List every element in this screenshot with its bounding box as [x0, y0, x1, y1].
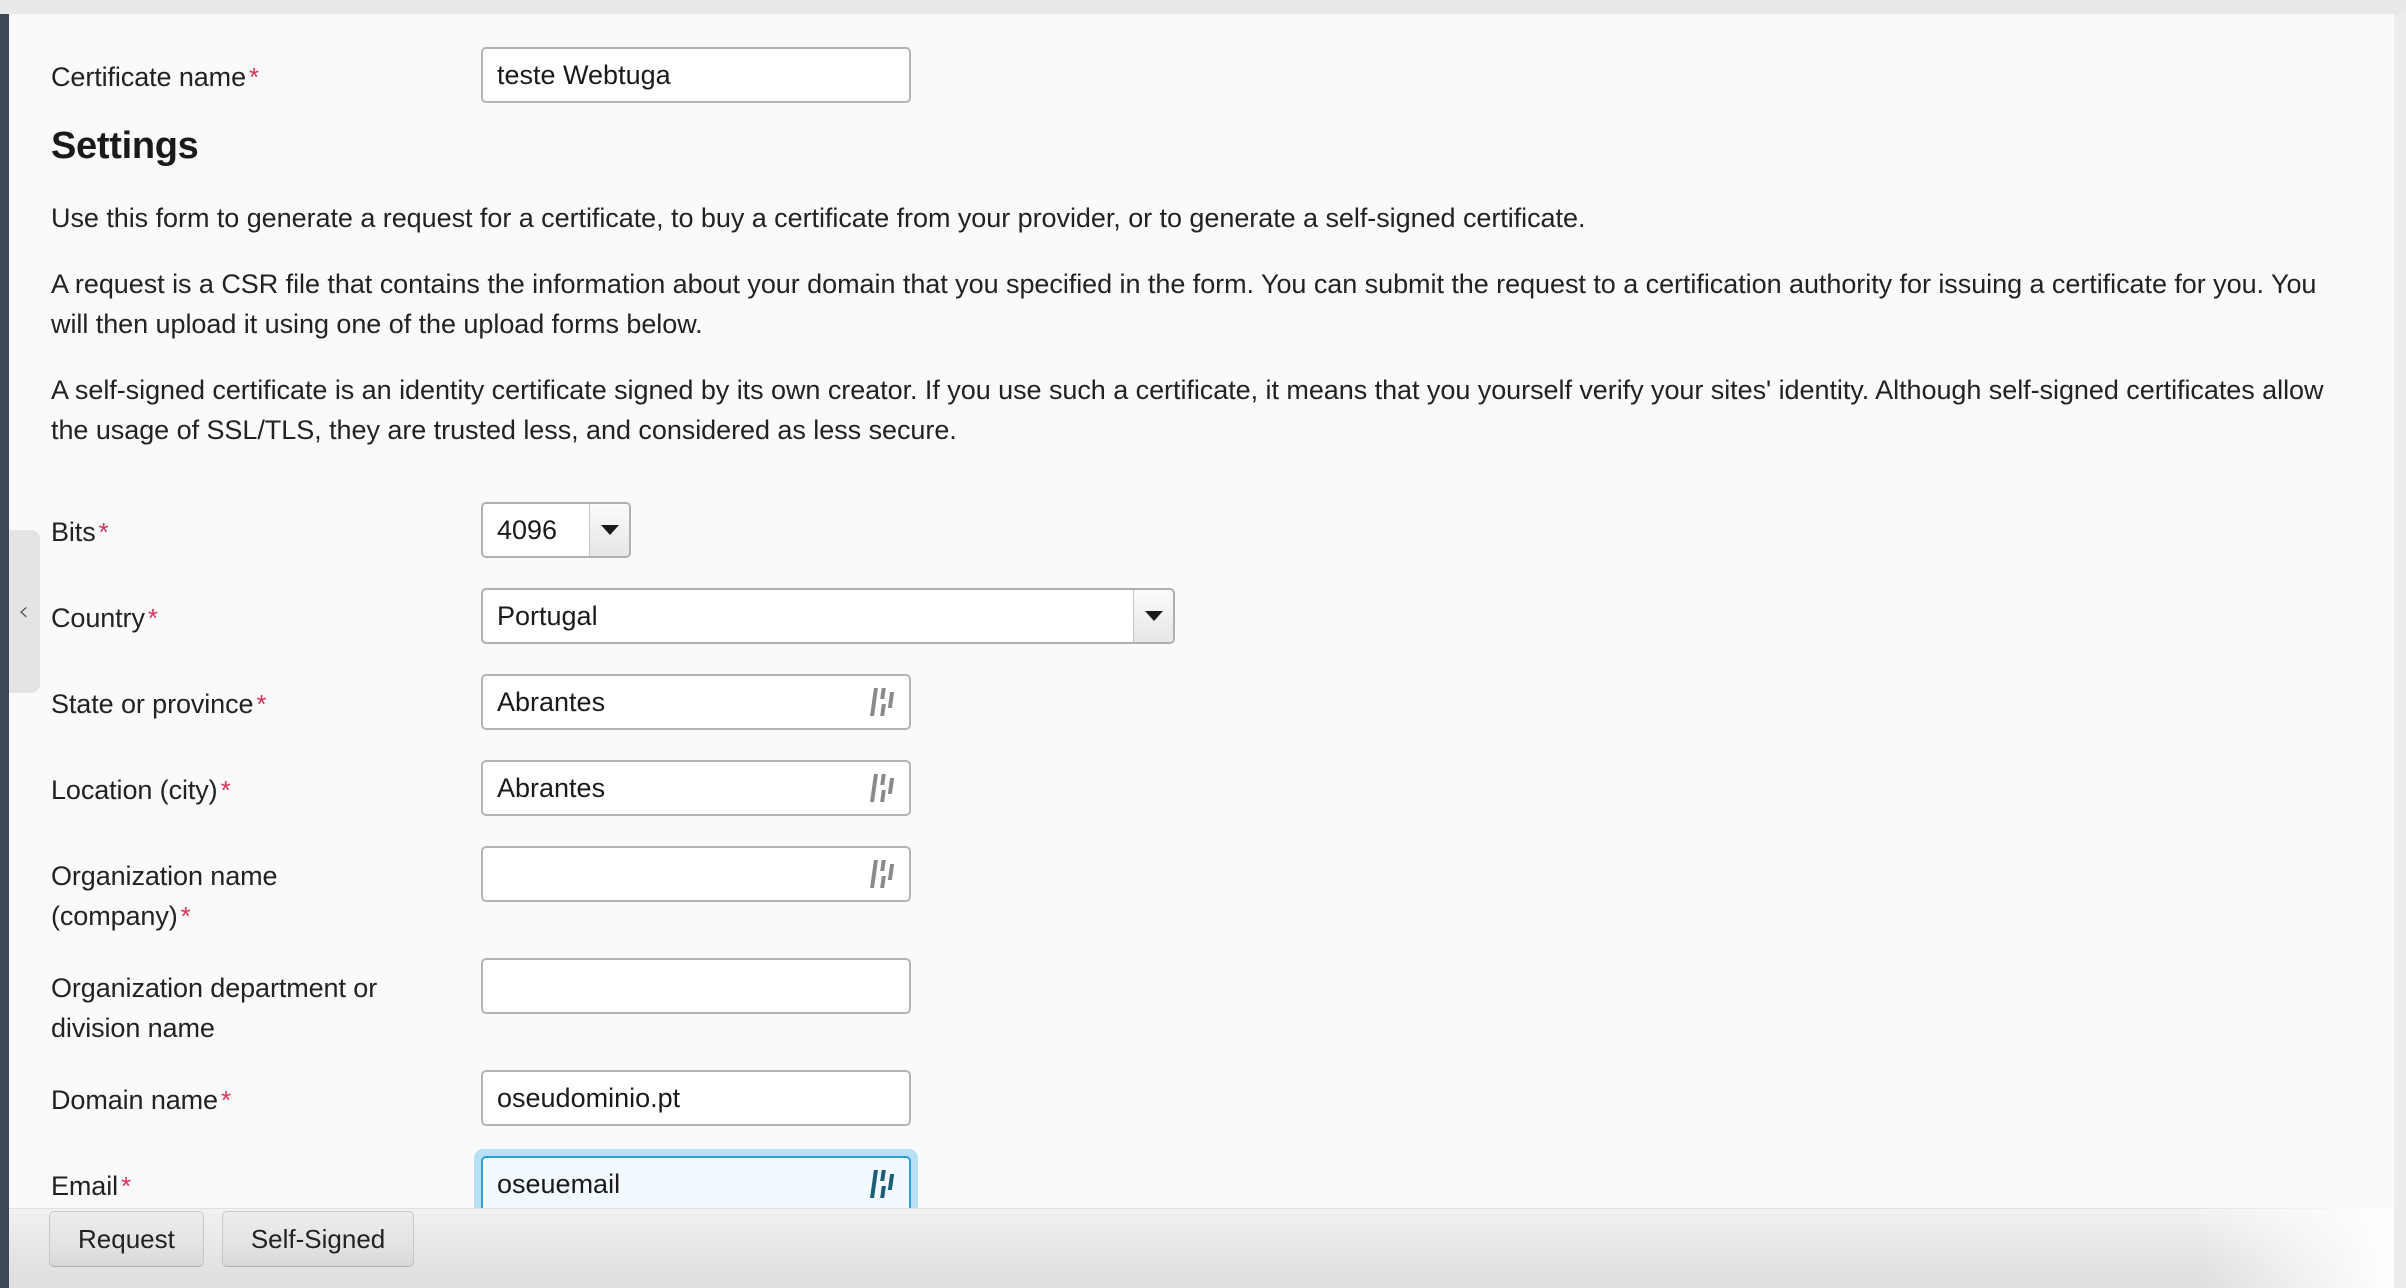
datalist-icon[interactable]	[870, 774, 895, 802]
email-value: oseuemail	[497, 1168, 621, 1199]
email-label-text: Email	[51, 1171, 119, 1201]
city-input[interactable]: Abrantes	[481, 760, 911, 816]
email-label: Email *	[51, 1156, 481, 1206]
field-row-org-name: Organization name (company) *	[51, 846, 2394, 936]
city-label: Location (city) *	[51, 760, 481, 810]
field-row-country: Country * Portugal	[51, 588, 2394, 644]
state-value: Abrantes	[497, 686, 606, 717]
required-asterisk: *	[248, 62, 260, 92]
city-field-wrap: Abrantes	[481, 760, 911, 816]
field-row-state: State or province * Abrantes	[51, 674, 2394, 730]
certificate-name-label: Certificate name *	[51, 47, 481, 97]
state-field-wrap: Abrantes	[481, 674, 911, 730]
org-name-input[interactable]	[481, 846, 911, 902]
form-content: Certificate name * teste Webtuga Settings…	[9, 14, 2394, 1226]
datalist-icon[interactable]	[870, 688, 895, 716]
certificate-name-label-text: Certificate name	[51, 62, 246, 92]
country-label: Country *	[51, 588, 481, 638]
org-name-label-line1: Organization name	[51, 861, 278, 891]
settings-heading: Settings	[51, 125, 199, 167]
bits-label-text: Bits	[51, 517, 96, 547]
state-input[interactable]: Abrantes	[481, 674, 911, 730]
org-name-field-wrap	[481, 846, 911, 902]
screenshot-viewport: ‹ Certificate name * teste Webtuga Settin…	[0, 0, 2406, 1288]
chevron-down-icon[interactable]	[1133, 590, 1173, 642]
country-field-wrap: Portugal	[481, 588, 1175, 644]
field-row-city: Location (city) * Abrantes	[51, 760, 2394, 816]
org-dept-label-line1: Organization department or	[51, 973, 378, 1003]
browser-top-strip	[0, 0, 2406, 14]
country-label-text: Country	[51, 603, 145, 633]
domain-field-wrap: oseudominio.pt	[481, 1070, 911, 1126]
state-label: State or province *	[51, 674, 481, 724]
org-dept-label-line2: division name	[51, 1013, 215, 1043]
required-asterisk: *	[220, 775, 231, 805]
required-asterisk: *	[256, 689, 267, 719]
settings-paragraph-2: A request is a CSR file that contains th…	[51, 269, 2317, 339]
datalist-icon[interactable]	[870, 1170, 895, 1198]
field-row-bits: Bits * 4096	[51, 502, 2394, 558]
chevron-left-icon: ‹	[18, 596, 29, 627]
certificate-name-value: teste Webtuga	[497, 59, 671, 90]
city-label-text: Location (city)	[51, 775, 218, 805]
field-row-org-dept: Organization department or division name	[51, 958, 2394, 1048]
required-asterisk: *	[180, 901, 191, 931]
request-button[interactable]: Request	[49, 1211, 204, 1267]
bits-selected-value: 4096	[497, 514, 558, 545]
org-dept-label: Organization department or division name	[51, 958, 481, 1048]
domain-value: oseudominio.pt	[497, 1082, 681, 1113]
org-dept-field-wrap	[481, 958, 911, 1014]
self-signed-button[interactable]: Self-Signed	[221, 1211, 415, 1267]
field-row-certificate-name: Certificate name * teste Webtuga	[51, 47, 2394, 103]
city-value: Abrantes	[497, 772, 606, 803]
left-navigation-rail	[0, 14, 9, 1288]
certificate-name-input[interactable]: teste Webtuga	[481, 47, 911, 103]
required-asterisk: *	[220, 1085, 232, 1115]
domain-input[interactable]: oseudominio.pt	[481, 1070, 911, 1126]
bits-label: Bits *	[51, 502, 481, 552]
country-select[interactable]: Portugal	[481, 588, 1175, 644]
required-asterisk: *	[147, 603, 158, 633]
country-selected-value: Portugal	[497, 600, 598, 631]
sidebar-collapse-handle[interactable]: ‹	[9, 530, 40, 693]
org-name-label-line2: (company)	[51, 901, 178, 931]
required-asterisk: *	[98, 517, 109, 547]
chevron-down-icon[interactable]	[589, 504, 629, 556]
email-input[interactable]: oseuemail	[481, 1156, 911, 1212]
org-dept-input[interactable]	[481, 958, 911, 1014]
required-asterisk: *	[121, 1171, 132, 1201]
bits-select[interactable]: 4096	[481, 502, 631, 558]
bits-field-wrap: 4096	[481, 502, 631, 558]
org-name-label: Organization name (company) *	[51, 846, 481, 936]
settings-paragraph-3: A self-signed certificate is an identity…	[51, 375, 2324, 445]
certificate-name-field-wrap: teste Webtuga	[481, 47, 911, 103]
form-action-bar: Request Self-Signed	[9, 1208, 2394, 1288]
certificate-settings-page: ‹ Certificate name * teste Webtuga Settin…	[9, 14, 2394, 1288]
settings-paragraph-1: Use this form to generate a request for …	[51, 203, 1586, 233]
domain-label-text: Domain name	[51, 1085, 218, 1115]
datalist-icon[interactable]	[870, 860, 895, 888]
right-gutter	[2394, 14, 2406, 1288]
corner-fade	[2194, 1208, 2394, 1288]
field-row-domain: Domain name * oseudominio.pt	[51, 1070, 2394, 1126]
domain-label: Domain name *	[51, 1070, 481, 1120]
state-label-text: State or province	[51, 689, 254, 719]
